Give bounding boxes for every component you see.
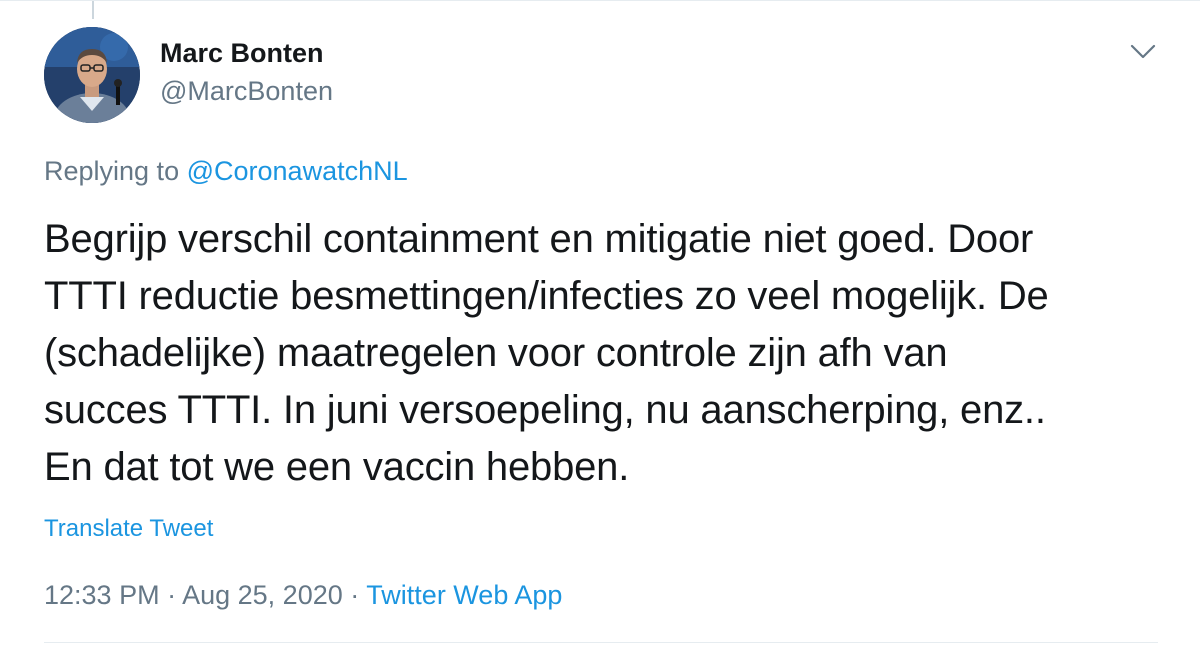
more-options-button[interactable] bbox=[1128, 37, 1158, 67]
tweet-metadata: 12:33 PM · Aug 25, 2020 · Twitter Web Ap… bbox=[44, 577, 562, 613]
tweet-time[interactable]: 12:33 PM bbox=[44, 580, 160, 610]
tweet-card: Marc Bonten @MarcBonten Replying to @Cor… bbox=[0, 0, 1200, 660]
replying-to: Replying to @CoronawatchNL bbox=[44, 153, 408, 189]
replying-to-label: Replying to bbox=[44, 156, 180, 186]
tweet-text-line: succes TTTI. In juni versoepeling, nu aa… bbox=[44, 388, 1046, 432]
replying-to-handle-link[interactable]: @CoronawatchNL bbox=[187, 156, 408, 186]
chevron-down-icon bbox=[1130, 44, 1156, 59]
author-name[interactable]: Marc Bonten bbox=[160, 35, 333, 71]
tweet-text-line: Begrijp verschil containment en mitigati… bbox=[44, 217, 1034, 261]
tweet-text-line: (schadelijke) maatregelen voor controle … bbox=[44, 331, 948, 375]
author-block[interactable]: Marc Bonten @MarcBonten bbox=[160, 35, 333, 109]
tweet-date[interactable]: Aug 25, 2020 bbox=[182, 580, 343, 610]
author-handle[interactable]: @MarcBonten bbox=[160, 73, 333, 109]
tweet-text-line: En dat tot we een vaccin hebben. bbox=[44, 445, 630, 489]
tweet-source-link[interactable]: Twitter Web App bbox=[366, 580, 562, 610]
thread-connector-line bbox=[92, 1, 94, 19]
tweet-text: Begrijp verschil containment en mitigati… bbox=[44, 211, 1154, 496]
tweet-text-line: TTTI reductie besmettingen/infecties zo … bbox=[44, 274, 1049, 318]
meta-separator: · bbox=[350, 580, 360, 610]
translate-tweet-link[interactable]: Translate Tweet bbox=[44, 513, 213, 545]
avatar[interactable] bbox=[44, 27, 140, 123]
divider bbox=[44, 642, 1158, 643]
avatar-image bbox=[44, 27, 140, 123]
meta-separator: · bbox=[167, 580, 177, 610]
